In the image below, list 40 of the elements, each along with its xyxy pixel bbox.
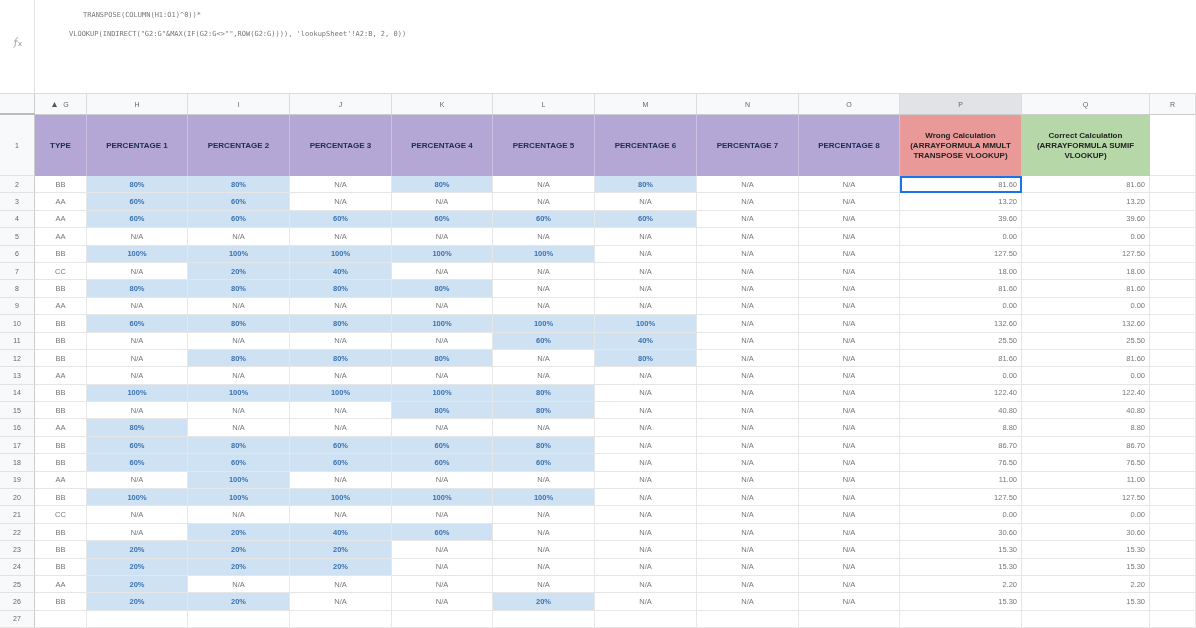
empty-cell [1150,384,1196,403]
header-cell: PERCENTAGE 8 [799,115,900,176]
header-cell: PERCENTAGE 4 [392,115,493,176]
empty-cell [1150,506,1196,524]
header-cell: Wrong Calculation (ARRAYFORMULA MMULT TRANSPOSE VLOOKUP) [900,115,1022,176]
empty-cell [1150,436,1196,455]
header-cell: TYPE [35,115,87,176]
triangle-icon [52,101,58,107]
empty-cell [1150,402,1196,420]
header-cell: PERCENTAGE 5 [493,115,595,176]
header-cell: PERCENTAGE 1 [87,115,188,176]
empty-cell [1150,193,1196,211]
empty-cell [1150,523,1196,542]
header-cell: PERCENTAGE 7 [697,115,799,176]
select-all-corner[interactable] [0,94,35,115]
empty-cell [1150,593,1196,611]
empty-cell [1150,262,1196,281]
function-icon [11,36,23,48]
header-cell: PERCENTAGE 2 [188,115,290,176]
empty-cell [1150,228,1196,246]
empty-cell [1150,367,1196,385]
empty-cell [1150,332,1196,350]
empty-cell [1150,558,1196,576]
empty-cell [1150,280,1196,298]
empty-cell [1150,419,1196,437]
empty-cell [1150,315,1196,333]
empty-cell [1150,610,1196,628]
header-cell: PERCENTAGE 3 [290,115,392,176]
header-cell: Correct Calculation (ARRAYFORMULA SUMIF VLOOKUP) [1022,115,1150,176]
empty-cell [1150,176,1196,194]
empty-cell [1150,541,1196,559]
empty-cell [1150,245,1196,263]
empty-cell [1150,576,1196,594]
empty-cell [1150,454,1196,472]
empty-cell [1150,471,1196,490]
empty-cell [1150,297,1196,316]
empty-cell [1150,489,1196,507]
empty-cell [1150,210,1196,229]
empty-cell [1150,349,1196,368]
header-cell: PERCENTAGE 6 [595,115,697,176]
